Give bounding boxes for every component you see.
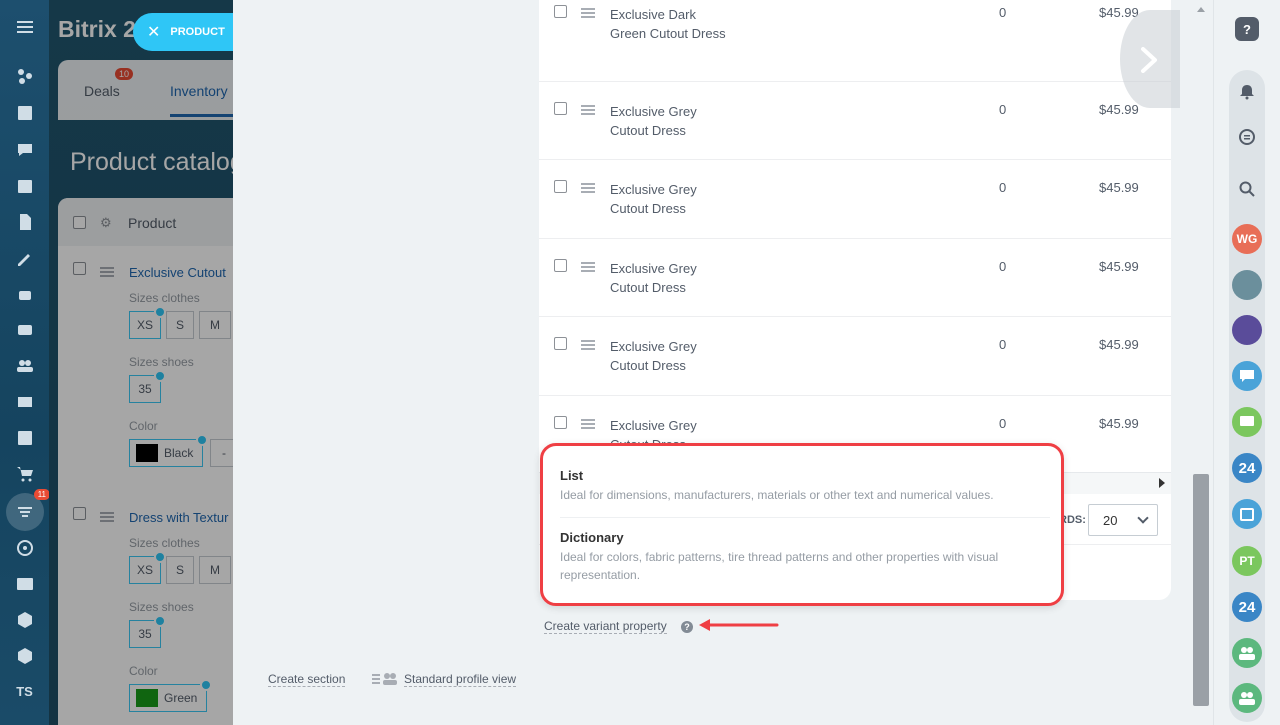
group-chat-icon[interactable] xyxy=(1232,361,1262,391)
drag-handle-icon[interactable] xyxy=(581,262,595,272)
document-icon[interactable] xyxy=(12,209,38,235)
row-checkbox[interactable] xyxy=(554,259,567,272)
drag-handle-icon[interactable] xyxy=(581,183,595,193)
calendar-icon[interactable] xyxy=(12,173,38,199)
signature-icon[interactable] xyxy=(12,245,38,271)
avatar[interactable] xyxy=(1232,315,1262,345)
variant-name[interactable]: Exclusive Grey Cutout Dress xyxy=(610,259,730,297)
cart-icon[interactable] xyxy=(12,461,38,487)
product-slider-panel: Exclusive Dark Green Cutout Dress 0 $45.… xyxy=(233,0,1213,725)
row-checkbox[interactable] xyxy=(554,337,567,350)
records-per-page-select[interactable]: 20 xyxy=(1088,504,1158,536)
popup-option-list[interactable]: List Ideal for dimensions, manufacturers… xyxy=(560,468,1050,504)
variant-quantity: 0 xyxy=(999,102,1007,117)
variant-quantity: 0 xyxy=(999,416,1007,431)
group-icon[interactable] xyxy=(1232,683,1262,713)
create-variant-property-link[interactable]: Create variant property xyxy=(544,619,667,634)
avatar[interactable]: PT xyxy=(1232,546,1262,576)
mail-icon[interactable] xyxy=(12,389,38,415)
calendar-icon[interactable] xyxy=(1232,499,1262,529)
create-section-link[interactable]: Create section xyxy=(268,672,346,687)
bitrix24-icon[interactable]: 24 xyxy=(1232,453,1262,483)
variant-quantity: 0 xyxy=(999,259,1007,274)
drag-handle-icon[interactable] xyxy=(581,105,595,115)
variant-name[interactable]: Exclusive Grey Cutout Dress xyxy=(610,180,730,218)
divider xyxy=(560,517,1050,518)
right-sidebar: ? WG 24 PT 24 xyxy=(1213,0,1280,725)
menu-icon[interactable] xyxy=(12,14,38,40)
user-initials[interactable]: TS xyxy=(0,684,49,699)
right-sidebar-panel xyxy=(1229,70,1265,722)
avatar[interactable]: WG xyxy=(1232,224,1262,254)
standard-profile-view-link[interactable]: Standard profile view xyxy=(404,672,517,687)
table-row[interactable]: Exclusive Grey Cutout Dress 0 $45.99 xyxy=(539,97,1171,160)
pointer-arrow-icon xyxy=(699,619,779,631)
filter-badge: 11 xyxy=(33,489,50,500)
table-row[interactable]: Exclusive Grey Cutout Dress 0 $45.99 xyxy=(539,175,1171,239)
scroll-up-arrow-icon[interactable] xyxy=(1197,7,1205,12)
row-checkbox[interactable] xyxy=(554,102,567,115)
catalog-box-icon[interactable] xyxy=(12,643,38,669)
left-navigation-rail: 11 TS xyxy=(0,0,50,725)
variant-name[interactable]: Exclusive Grey Cutout Dress xyxy=(610,102,730,140)
close-product-slider-button[interactable]: ✕ PRODUCT xyxy=(133,13,233,51)
sitemap-icon[interactable] xyxy=(12,63,38,89)
variant-price: $45.99 xyxy=(1099,259,1139,274)
variant-quantity: 0 xyxy=(999,5,1007,20)
filter-icon[interactable]: 11 xyxy=(6,489,50,531)
next-slide-button[interactable] xyxy=(1120,10,1180,108)
option-title: List xyxy=(560,468,584,483)
background-dim-overlay xyxy=(49,0,233,725)
table-row[interactable]: Exclusive Dark Green Cutout Dress 0 $45.… xyxy=(539,0,1171,82)
help-button[interactable]: ? xyxy=(1235,17,1259,41)
target-icon[interactable] xyxy=(12,535,38,561)
variant-price: $45.99 xyxy=(1099,180,1139,195)
scroll-right-arrow-icon[interactable] xyxy=(1159,478,1165,488)
bitrix24-icon[interactable]: 24 xyxy=(1232,592,1262,622)
open-channel-icon[interactable] xyxy=(1232,407,1262,437)
search-icon[interactable] xyxy=(1232,174,1262,204)
team-icon[interactable] xyxy=(12,353,38,379)
variant-name[interactable]: Exclusive Dark Green Cutout Dress xyxy=(610,5,730,43)
row-checkbox[interactable] xyxy=(554,180,567,193)
chevron-right-icon xyxy=(1141,47,1157,73)
help-icon[interactable]: ? xyxy=(681,621,693,633)
row-checkbox[interactable] xyxy=(554,416,567,429)
drag-handle-icon[interactable] xyxy=(581,8,595,18)
option-title: Dictionary xyxy=(560,530,624,545)
variant-price: $45.99 xyxy=(1099,102,1139,117)
chat-icon[interactable] xyxy=(1232,122,1262,152)
tasks-icon[interactable] xyxy=(12,425,38,451)
group-icon[interactable] xyxy=(1232,638,1262,668)
drag-handle-icon[interactable] xyxy=(581,340,595,350)
bell-icon[interactable] xyxy=(1232,77,1262,107)
background-crm-page: Bitrix 2 Deals 10 Inventory Product cata… xyxy=(49,0,233,725)
drive-icon[interactable] xyxy=(12,317,38,343)
variant-price: $45.99 xyxy=(1099,337,1139,352)
drag-handle-icon[interactable] xyxy=(581,419,595,429)
contact-card-icon[interactable] xyxy=(12,571,38,597)
robot-icon[interactable] xyxy=(12,281,38,307)
variant-quantity: 0 xyxy=(999,180,1007,195)
inventory-box-icon[interactable] xyxy=(12,607,38,633)
news-feed-icon[interactable] xyxy=(12,100,38,126)
variant-quantity: 0 xyxy=(999,337,1007,352)
variant-price: $45.99 xyxy=(1099,416,1139,431)
avatar[interactable] xyxy=(1232,270,1262,300)
variant-name[interactable]: Exclusive Grey Cutout Dress xyxy=(610,337,730,375)
table-row[interactable]: Exclusive Grey Cutout Dress 0 $45.99 xyxy=(539,332,1171,396)
chevron-down-icon xyxy=(1137,512,1149,524)
vertical-scrollbar-thumb[interactable] xyxy=(1193,474,1209,706)
chat-icon[interactable] xyxy=(12,137,38,163)
option-description: Ideal for colors, fabric patterns, tire … xyxy=(560,550,999,582)
profile-view-icon xyxy=(372,671,398,688)
option-description: Ideal for dimensions, manufacturers, mat… xyxy=(560,488,994,502)
row-checkbox[interactable] xyxy=(554,5,567,18)
property-type-popup: List Ideal for dimensions, manufacturers… xyxy=(540,443,1064,606)
popup-option-dictionary[interactable]: Dictionary Ideal for colors, fabric patt… xyxy=(560,530,1050,584)
close-icon: ✕ xyxy=(147,24,161,41)
table-row[interactable]: Exclusive Grey Cutout Dress 0 $45.99 xyxy=(539,254,1171,317)
